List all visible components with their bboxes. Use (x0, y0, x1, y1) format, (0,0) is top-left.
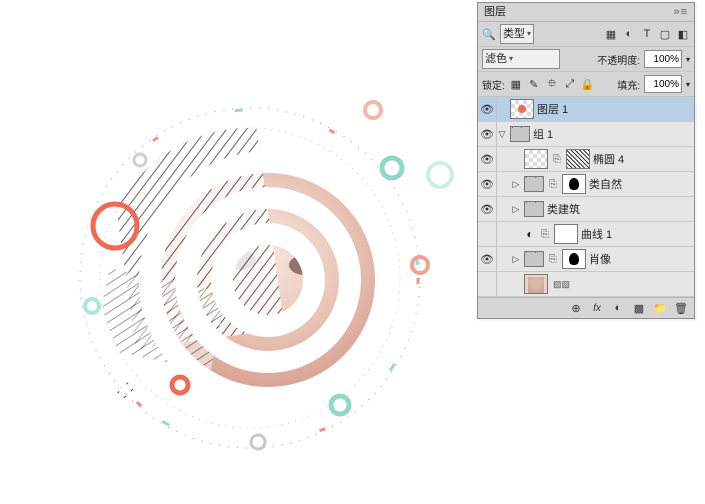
blend-mode-select[interactable]: 滤色 ▾ (482, 49, 560, 69)
filter-smart-icon[interactable]: ◧ (676, 27, 690, 41)
link-icon: ⎘ (549, 254, 557, 265)
smart-object-icon: ▧▧ (553, 279, 570, 290)
visibility-toggle[interactable]: 👁 (478, 122, 497, 146)
layer-thumbnail[interactable] (562, 249, 586, 269)
lock-transparent-icon[interactable]: ▦ (509, 77, 523, 91)
delete-layer-icon[interactable]: 🗑 (674, 301, 688, 315)
link-layers-icon[interactable]: ⊕ (569, 301, 583, 315)
layer-thumbnail[interactable] (510, 126, 530, 142)
layer-thumbnail[interactable] (562, 174, 586, 194)
link-icon: ⎘ (549, 179, 557, 190)
chevron-down-icon[interactable]: ▾ (686, 80, 690, 89)
layer-row[interactable]: 👁 图层 1 (478, 97, 694, 122)
new-group-icon[interactable]: 📁 (653, 301, 667, 315)
layer-name[interactable]: 椭圆 4 (593, 151, 694, 167)
adjustment-icon: ◐ (521, 227, 539, 241)
layer-thumbnail[interactable] (524, 274, 548, 294)
layer-fx-icon[interactable]: fx (590, 301, 604, 315)
layer-row[interactable]: 👁 ▷ ⎘ 类自然 (478, 172, 694, 197)
filter-pixel-icon[interactable]: ▦ (604, 27, 618, 41)
disclosure-triangle[interactable]: ▷ (511, 204, 521, 215)
layer-thumbnail[interactable] (566, 149, 590, 169)
artwork (30, 50, 470, 490)
layer-row[interactable]: 👁 ⎘ 椭圆 4 (478, 147, 694, 172)
visibility-toggle[interactable] (478, 222, 497, 246)
lock-all-icon[interactable]: 🔒 (581, 77, 595, 91)
visibility-toggle[interactable]: 👁 (478, 172, 497, 196)
lock-pixels-icon[interactable]: ✎ (527, 77, 541, 91)
layer-filter-row: 🔍 类型 ▾ ▦ ◐ T ▢ ◧ (478, 22, 694, 47)
chevron-down-icon: ▾ (527, 26, 531, 42)
filter-type-icon[interactable]: T (640, 27, 654, 41)
lock-fill-row: 锁定: ▦ ✎ ⯐ ⤢ 🔒 填充: ▾ (478, 72, 694, 97)
opacity-label: 不透明度: (597, 52, 640, 67)
add-mask-icon[interactable]: ◐ (611, 301, 625, 315)
layer-thumbnail[interactable] (554, 224, 578, 244)
visibility-toggle[interactable]: 👁 (478, 97, 497, 121)
layer-row[interactable]: 👁 ▷ 类建筑 (478, 197, 694, 222)
fill-input[interactable] (644, 75, 682, 93)
layer-thumbnail[interactable] (524, 149, 548, 169)
layer-row[interactable]: 👁 ▷ ⎘ 肖像 (478, 247, 694, 272)
layer-row[interactable]: ◐⎘ 曲线 1 (478, 222, 694, 247)
layer-name[interactable]: 类自然 (589, 176, 694, 192)
layers-list: 👁图层 1👁▽组 1👁⎘椭圆 4👁▷⎘类自然👁▷类建筑◐⎘曲线 1👁▷⎘肖像▧▧ (478, 97, 694, 297)
opacity-input[interactable] (644, 50, 682, 68)
layer-row[interactable]: ▧▧ (478, 272, 694, 297)
layer-row[interactable]: 👁▽ 组 1 (478, 122, 694, 147)
disclosure-triangle[interactable]: ▷ (511, 254, 521, 265)
visibility-toggle[interactable] (478, 272, 497, 296)
panel-title: 图层 (484, 3, 506, 21)
layer-name[interactable]: 类建筑 (547, 201, 694, 217)
disclosure-triangle[interactable]: ▽ (497, 129, 507, 140)
disclosure-triangle[interactable]: ▷ (511, 179, 521, 190)
layer-thumbnail[interactable] (524, 201, 544, 217)
fill-label: 填充: (617, 77, 640, 92)
lock-label: 锁定: (482, 77, 505, 92)
layer-name[interactable]: 曲线 1 (581, 226, 694, 242)
visibility-toggle[interactable]: 👁 (478, 197, 497, 221)
document-canvas[interactable] (0, 0, 480, 504)
layer-thumbnail[interactable] (524, 176, 544, 192)
layer-thumbnail[interactable] (524, 251, 544, 267)
lock-artboard-icon[interactable]: ⤢ (563, 77, 577, 91)
layers-panel: 图层 »≡ 🔍 类型 ▾ ▦ ◐ T ▢ ◧ 滤色 ▾ 不透明度: (477, 2, 695, 319)
panel-flyout-icon[interactable]: »≡ (673, 3, 688, 21)
chevron-down-icon[interactable]: ▾ (686, 55, 690, 64)
visibility-toggle[interactable]: 👁 (478, 147, 497, 171)
filter-kind-select[interactable]: 类型 ▾ (500, 24, 534, 44)
chevron-down-icon: ▾ (509, 51, 513, 67)
filter-shape-icon[interactable]: ▢ (658, 27, 672, 41)
panel-footer: ⊕ fx ◐ ▩ 📁 🗑 (478, 297, 694, 318)
link-icon: ⎘ (553, 154, 561, 165)
visibility-toggle[interactable]: 👁 (478, 247, 497, 271)
link-icon: ⎘ (541, 229, 549, 240)
blend-opacity-row: 滤色 ▾ 不透明度: ▾ (478, 47, 694, 72)
filter-adjust-icon[interactable]: ◐ (622, 27, 636, 41)
layer-name[interactable]: 组 1 (533, 126, 694, 142)
new-adjust-icon[interactable]: ▩ (632, 301, 646, 315)
layer-name[interactable]: 肖像 (589, 251, 694, 267)
search-icon: 🔍 (482, 27, 496, 41)
layer-name[interactable]: 图层 1 (537, 101, 694, 117)
layer-thumbnail[interactable] (510, 99, 534, 119)
lock-position-icon[interactable]: ⯐ (545, 77, 559, 91)
